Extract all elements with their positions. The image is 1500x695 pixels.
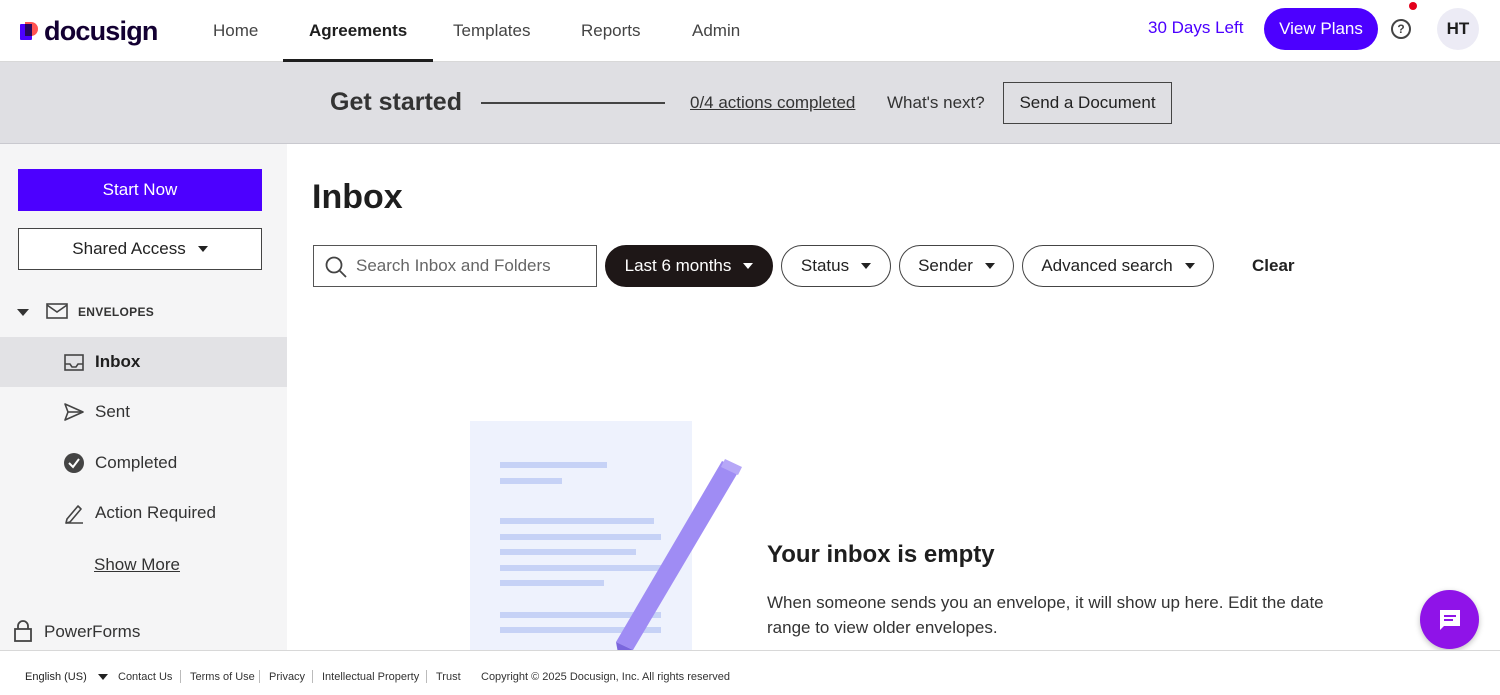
footer-separator — [180, 670, 181, 683]
chevron-down-icon — [197, 246, 208, 252]
sidebar-item-label: Inbox — [95, 352, 141, 371]
sidebar-item-label: PowerForms — [44, 622, 141, 641]
sidebar-item-inbox[interactable]: Inbox — [0, 337, 287, 387]
sidebar-item-label: Action Required — [95, 503, 216, 522]
envelopes-section-header[interactable]: ENVELOPES — [0, 300, 287, 324]
actions-completed-link[interactable]: 0/4 actions completed — [690, 93, 855, 113]
tab-templates[interactable]: Templates — [453, 0, 530, 62]
advanced-search-filter[interactable]: Advanced search — [1022, 245, 1214, 287]
advanced-search-label: Advanced search — [1041, 256, 1173, 275]
top-navigation: docusign Home Agreements Templates Repor… — [0, 0, 1500, 62]
footer-link-terms[interactable]: Terms of Use — [190, 671, 255, 683]
tab-admin[interactable]: Admin — [692, 0, 740, 62]
chevron-down-icon — [984, 263, 995, 269]
chat-bubble-icon — [1439, 609, 1460, 630]
footer-link-contact[interactable]: Contact Us — [118, 671, 172, 683]
trial-days-left-link[interactable]: 30 Days Left — [1148, 18, 1243, 38]
footer-link-privacy[interactable]: Privacy — [269, 671, 305, 683]
get-started-progress-line — [481, 102, 665, 104]
whats-next-label: What's next? — [887, 93, 985, 112]
chat-support-button[interactable] — [1420, 590, 1479, 649]
chevron-down-icon — [743, 263, 754, 269]
status-filter-label: Status — [800, 256, 850, 275]
envelope-icon — [46, 303, 68, 319]
shared-access-dropdown[interactable]: Shared Access — [18, 228, 262, 270]
sidebar-item-label: Completed — [95, 453, 178, 472]
search-box[interactable] — [313, 245, 597, 287]
empty-inbox-illustration — [470, 421, 742, 650]
notification-dot — [1409, 2, 1417, 10]
get-started-banner: Get started 0/4 actions completed What's… — [0, 62, 1500, 144]
footer-link-intellectual-property[interactable]: Intellectual Property — [322, 671, 419, 683]
sender-filter[interactable]: Sender — [899, 245, 1014, 287]
footer-separator — [259, 670, 260, 683]
get-started-title: Get started — [330, 88, 462, 116]
footer: English (US) Contact Us Terms of Use Pri… — [0, 650, 1500, 695]
send-document-button[interactable]: Send a Document — [1003, 82, 1172, 124]
sidebar-item-action-required[interactable]: Action Required — [0, 488, 287, 538]
pen-icon — [65, 505, 83, 524]
search-icon — [325, 256, 347, 278]
chevron-down-icon — [97, 674, 108, 681]
sidebar-item-completed[interactable]: Completed — [0, 438, 287, 488]
shared-access-label: Shared Access — [72, 239, 186, 258]
check-circle-icon — [64, 453, 84, 473]
copyright-text: Copyright © 2025 Docusign, Inc. All righ… — [481, 671, 731, 683]
footer-separator — [426, 670, 427, 683]
status-filter[interactable]: Status — [781, 245, 891, 287]
date-range-label: Last 6 months — [624, 256, 732, 275]
docusign-logo[interactable]: docusign — [20, 16, 158, 47]
collapse-toggle-icon[interactable] — [17, 309, 29, 316]
sidebar: Start Now Shared Access ENVELOPES Inbox … — [0, 144, 287, 650]
clear-filters-button[interactable]: Clear — [1252, 256, 1295, 276]
sidebar-item-sent[interactable]: Sent — [0, 387, 287, 437]
footer-separator — [312, 670, 313, 683]
user-avatar[interactable]: HT — [1437, 8, 1479, 50]
start-now-button[interactable]: Start Now — [18, 169, 262, 211]
tab-agreements[interactable]: Agreements — [282, 0, 434, 62]
envelopes-label: ENVELOPES — [78, 305, 155, 319]
send-icon — [64, 403, 84, 421]
tab-reports[interactable]: Reports — [581, 0, 641, 62]
sidebar-item-label: Sent — [95, 402, 130, 421]
view-plans-button[interactable]: View Plans — [1264, 8, 1378, 50]
empty-state-description: When someone sends you an envelope, it w… — [767, 593, 1324, 637]
chevron-down-icon — [861, 263, 872, 269]
lock-icon — [14, 620, 32, 642]
tab-home[interactable]: Home — [213, 0, 258, 62]
page-title: Inbox — [312, 178, 403, 216]
date-range-filter[interactable]: Last 6 months — [605, 245, 773, 287]
sidebar-item-powerforms[interactable]: PowerForms — [0, 616, 287, 646]
language-label: English (US) — [25, 671, 87, 683]
language-selector[interactable]: English (US) — [25, 671, 108, 683]
empty-state-title: Your inbox is empty — [767, 541, 995, 568]
footer-link-trust[interactable]: Trust — [436, 671, 461, 683]
logo-wordmark: docusign — [44, 16, 158, 46]
sender-filter-label: Sender — [918, 256, 973, 275]
inbox-icon — [64, 354, 84, 371]
chevron-down-icon — [1184, 263, 1195, 269]
docusign-logo-mark-icon — [20, 21, 40, 42]
search-input[interactable] — [356, 246, 592, 286]
help-circle-icon[interactable]: ? — [1391, 19, 1411, 39]
show-more-link[interactable]: Show More — [94, 555, 180, 575]
